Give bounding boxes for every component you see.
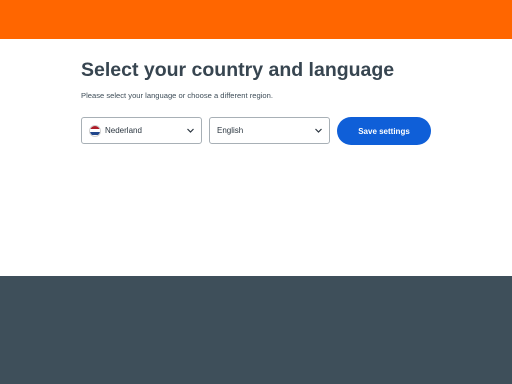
top-header-bar xyxy=(0,0,512,39)
page-subtitle: Please select your language or choose a … xyxy=(81,91,273,100)
language-select-value: English xyxy=(217,126,244,135)
country-select-value: Nederland xyxy=(105,126,142,135)
save-settings-button[interactable]: Save settings xyxy=(337,117,431,145)
chevron-down-icon xyxy=(315,128,322,133)
language-select[interactable]: English xyxy=(209,117,330,144)
netherlands-flag-icon xyxy=(89,124,101,137)
footer xyxy=(0,276,512,384)
settings-panel: Select your country and language Please … xyxy=(81,58,441,100)
country-select[interactable]: Nederland xyxy=(81,117,202,144)
chevron-down-icon xyxy=(187,128,194,133)
page-title: Select your country and language xyxy=(81,59,395,81)
